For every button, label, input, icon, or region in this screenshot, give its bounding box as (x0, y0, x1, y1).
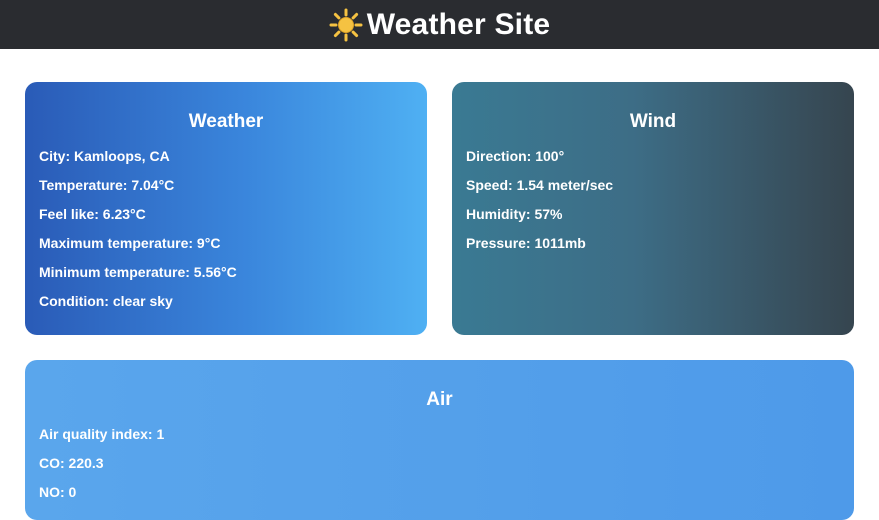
air-co: CO: 220.3 (39, 455, 104, 471)
air-quality-index: Air quality index: 1 (39, 426, 165, 442)
air-no: NO: 0 (39, 484, 77, 500)
wind-card: Wind Direction: 100° Speed: 1.54 meter/s… (452, 82, 854, 335)
weather-city: City: Kamloops, CA (39, 148, 170, 164)
site-header: Weather Site (0, 0, 879, 49)
air-card-title: Air (426, 389, 453, 410)
wind-humidity: Humidity: 57% (466, 206, 563, 222)
weather-card-title: Weather (188, 111, 264, 132)
sun-icon (329, 8, 363, 42)
wind-direction: Direction: 100° (466, 148, 565, 164)
weather-temperature: Temperature: 7.04°C (39, 177, 175, 193)
wind-card-title: Wind (629, 111, 677, 132)
weather-feels-like: Feel like: 6.23°C (39, 206, 146, 222)
weather-condition: Condition: clear sky (39, 293, 173, 309)
weather-min-temperature: Minimum temperature: 5.56°C (39, 264, 237, 280)
air-card: Air Air quality index: 1 CO: 220.3 NO: 0 (25, 360, 854, 520)
site-title: Weather Site (366, 7, 551, 41)
weather-card: Weather City: Kamloops, CA Temperature: … (25, 82, 427, 335)
wind-speed: Speed: 1.54 meter/sec (466, 177, 614, 193)
weather-max-temperature: Maximum temperature: 9°C (39, 235, 221, 251)
wind-pressure: Pressure: 1011mb (466, 235, 586, 251)
